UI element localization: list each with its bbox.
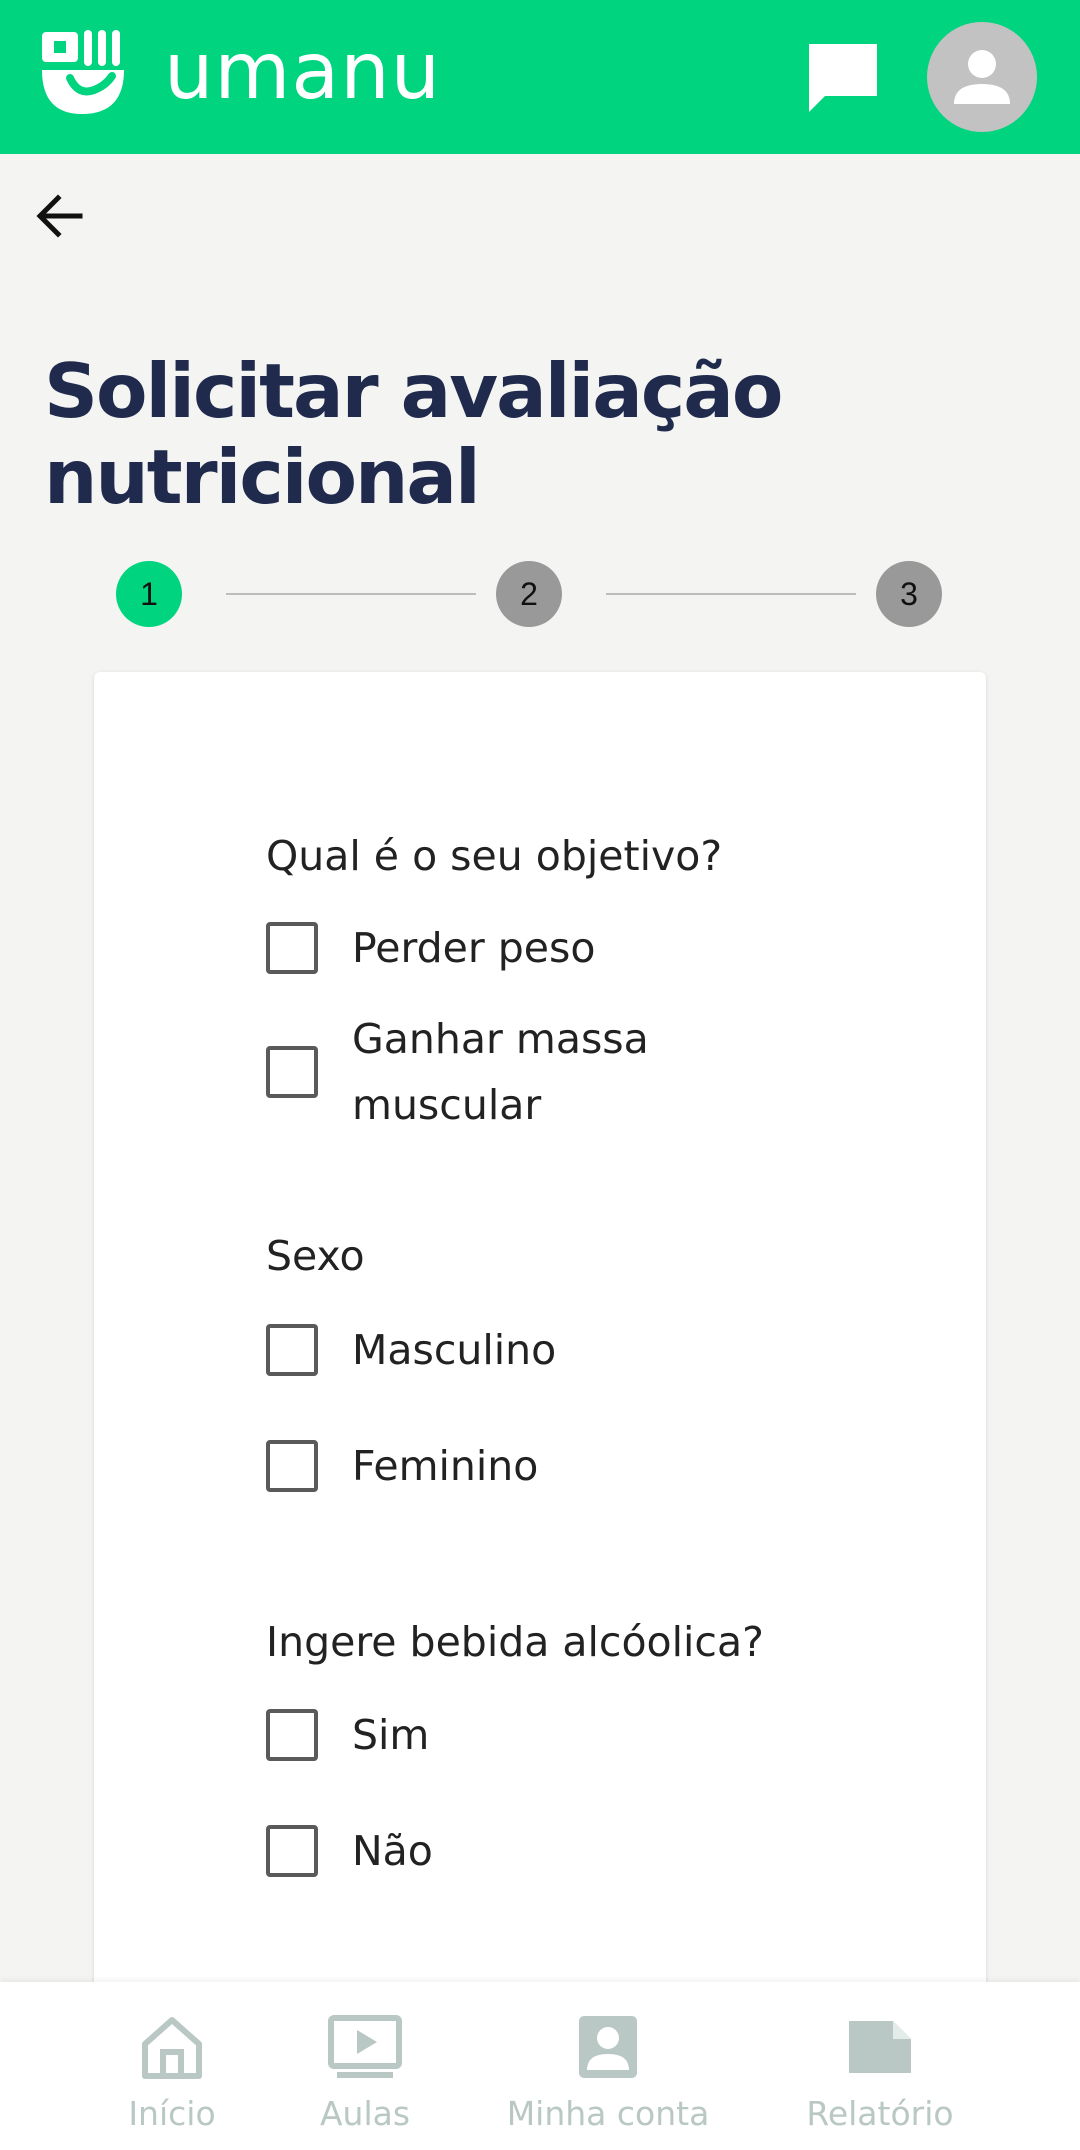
- option-label: Sim: [352, 1711, 430, 1759]
- question-alcohol: Ingere bebida alcóolica?: [266, 1618, 764, 1666]
- nav-label: Relatório: [806, 2094, 954, 2133]
- checkbox[interactable]: [266, 1825, 318, 1877]
- option-label: Não: [352, 1827, 433, 1875]
- question-objective: Qual é o seu objetivo?: [266, 832, 723, 880]
- option-sim[interactable]: Sim: [266, 1702, 429, 1768]
- option-masculino[interactable]: Masculino: [266, 1317, 556, 1383]
- nav-item-minha-conta[interactable]: Minha conta: [506, 1982, 710, 2150]
- option-label: Ganhar massa muscular: [352, 1015, 649, 1129]
- account-icon: [568, 2012, 648, 2082]
- step-1: 1: [116, 561, 182, 627]
- page: umanu Solicitar avaliação nutricional 1 …: [0, 0, 1080, 2150]
- back-button[interactable]: [30, 186, 90, 246]
- app-name: umanu: [164, 27, 442, 117]
- step-2: 2: [496, 561, 562, 627]
- checkbox[interactable]: [266, 1046, 318, 1098]
- home-icon: [132, 2012, 212, 2082]
- chat-bubble-icon: [809, 44, 877, 112]
- option-ganhar-massa[interactable]: Ganhar massa muscular: [266, 1006, 682, 1138]
- avatar[interactable]: [927, 22, 1037, 132]
- nav-label: Aulas: [319, 2094, 411, 2133]
- option-label: Feminino: [352, 1442, 539, 1490]
- step-3: 3: [876, 561, 942, 627]
- step-connector: [606, 593, 856, 595]
- nav-label: Início: [128, 2094, 216, 2133]
- page-title: Solicitar avaliação nutricional: [44, 347, 783, 521]
- option-label: Masculino: [352, 1326, 557, 1374]
- question-sex: Sexo: [266, 1232, 365, 1280]
- nav-item-relatorio[interactable]: Relatório: [780, 1982, 980, 2150]
- checkbox[interactable]: [266, 1324, 318, 1376]
- nav-label: Minha conta: [506, 2094, 710, 2133]
- option-label: Perder peso: [352, 924, 596, 972]
- nav-item-inicio[interactable]: Início: [112, 1982, 232, 2150]
- step-connector: [226, 593, 476, 595]
- chat-button[interactable]: [803, 38, 883, 118]
- option-feminino[interactable]: Feminino: [266, 1433, 538, 1499]
- report-icon: [840, 2012, 920, 2082]
- arrow-left-icon: [36, 194, 83, 238]
- checkbox[interactable]: [266, 922, 318, 974]
- person-icon: [954, 50, 1010, 104]
- option-perder-peso[interactable]: Perder peso: [266, 915, 595, 981]
- nav-item-aulas[interactable]: Aulas: [305, 1982, 425, 2150]
- play-video-icon: [325, 2012, 405, 2082]
- umanu-logo-icon: [40, 28, 128, 116]
- checkbox[interactable]: [266, 1709, 318, 1761]
- option-nao[interactable]: Não: [266, 1818, 433, 1884]
- app-header: umanu: [0, 0, 1080, 154]
- bottom-navigation: Início Aulas Minha conta Relatório: [0, 1982, 1080, 2150]
- checkbox[interactable]: [266, 1440, 318, 1492]
